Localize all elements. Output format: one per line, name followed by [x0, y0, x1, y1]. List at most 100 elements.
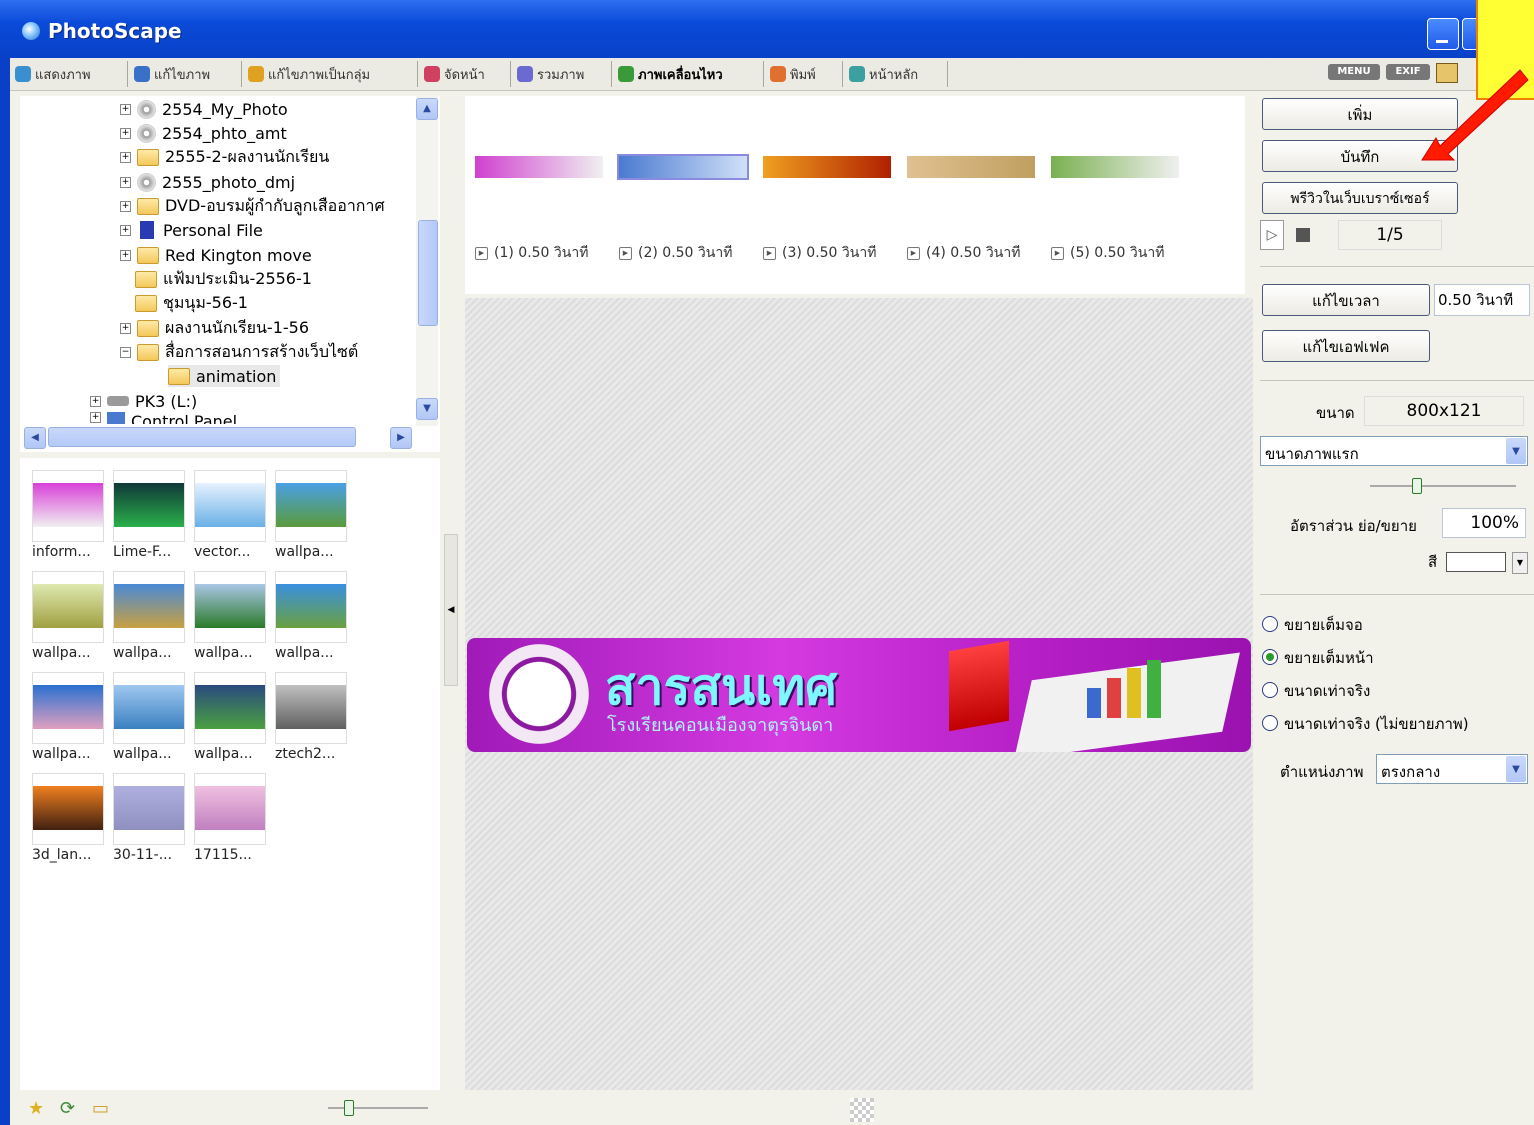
animation-frame[interactable] — [617, 154, 749, 180]
transparency-icon[interactable] — [850, 1098, 874, 1122]
thumbnail[interactable] — [194, 672, 266, 744]
tree-scroll-thumb[interactable] — [418, 220, 438, 326]
tab-batch-editor[interactable]: แก้ไขภาพเป็นกลุ่ม — [243, 61, 418, 87]
color-swatch[interactable] — [1446, 552, 1506, 572]
scale-mode-radio[interactable] — [1262, 682, 1278, 698]
tree-item[interactable]: +2554_phto_amt — [120, 122, 287, 144]
tree-item[interactable]: + ผลงานนักเรียน-1-56 — [120, 317, 309, 339]
expand-icon[interactable]: + — [90, 395, 101, 407]
position-dropdown[interactable]: ตรงกลาง ▼ — [1376, 754, 1528, 784]
play-icon[interactable]: ▶ — [619, 246, 632, 260]
expand-icon[interactable]: + — [120, 151, 131, 163]
thumbnail[interactable] — [32, 571, 104, 643]
expand-icon[interactable]: + — [120, 249, 131, 261]
expand-icon[interactable]: + — [120, 127, 131, 139]
tree-horizontal-scroll-thumb[interactable] — [48, 427, 356, 447]
stop-icon[interactable] — [1296, 228, 1310, 242]
ratio-input[interactable]: 100% — [1442, 508, 1526, 538]
play-icon[interactable]: ▶ — [763, 246, 776, 260]
scale-mode-radio[interactable] — [1262, 616, 1278, 632]
minimize-button[interactable] — [1427, 18, 1459, 50]
tree-item-selected[interactable]: animation — [168, 365, 281, 387]
scroll-up-icon[interactable]: ▲ — [416, 98, 438, 120]
expand-icon[interactable]: + — [120, 200, 131, 212]
tree-item[interactable]: + Personal File — [120, 219, 263, 241]
folder-tree[interactable]: +2554_My_Photo +2554_phto_amt +2555-2-ผล… — [20, 96, 440, 452]
thumbnail-size-slider[interactable] — [328, 1107, 428, 1109]
scale-mode-label[interactable]: ขยายเต็มจอ — [1284, 613, 1363, 637]
scale-mode-radio[interactable] — [1262, 649, 1278, 665]
tab-animated-gif[interactable]: ภาพเคลื่อนไหว — [613, 61, 764, 87]
tree-item[interactable]: +2554_My_Photo — [120, 98, 288, 120]
expand-icon[interactable]: + — [120, 322, 131, 334]
color-dropdown-icon[interactable]: ▼ — [1512, 552, 1528, 574]
frame-label[interactable]: ▶ (5) 0.50 วินาที — [1051, 242, 1164, 264]
collapse-icon[interactable]: − — [120, 346, 131, 358]
play-button[interactable]: ▷ — [1260, 220, 1284, 250]
play-icon[interactable]: ▶ — [1051, 246, 1064, 260]
scale-mode-label[interactable]: ขนาดเท่าจริง — [1284, 679, 1370, 703]
tab-page[interactable]: จัดหน้า — [419, 61, 511, 87]
thumbnail[interactable] — [113, 470, 185, 542]
tree-item[interactable]: แฟ้มประเมิน-2556-1 — [135, 268, 312, 290]
expand-icon[interactable]: + — [120, 176, 131, 188]
animation-frame[interactable] — [1051, 156, 1179, 178]
scale-mode-label[interactable]: ขยายเต็มหน้า — [1284, 646, 1374, 670]
thumbnail[interactable] — [194, 773, 266, 845]
thumbnail[interactable] — [194, 470, 266, 542]
animation-frame[interactable] — [763, 156, 891, 178]
size-slider[interactable] — [1370, 485, 1516, 487]
tab-editor[interactable]: แก้ไขภาพ — [129, 61, 242, 87]
tab-viewer[interactable]: แสดงภาพ — [10, 61, 128, 87]
tree-item[interactable]: + DVD-อบรมผู้กำกับลูกเสืออากาศ — [120, 195, 385, 217]
animation-frame[interactable] — [475, 156, 603, 178]
play-icon[interactable]: ▶ — [475, 246, 488, 260]
tree-item[interactable]: + PK3 (L:) — [90, 390, 197, 412]
scale-mode-label[interactable]: ขนาดเท่าจริง (ไม่ขยายภาพ) — [1284, 712, 1469, 736]
thumbnail[interactable] — [113, 773, 185, 845]
scale-mode-radio[interactable] — [1262, 715, 1278, 731]
scroll-left-icon[interactable]: ◀ — [24, 427, 46, 449]
scroll-down-icon[interactable]: ▼ — [416, 398, 438, 420]
thumbnail[interactable] — [113, 672, 185, 744]
thumbnail[interactable] — [32, 672, 104, 744]
thumbnail-size-knob[interactable] — [344, 1100, 354, 1116]
tab-print[interactable]: พิมพ์ — [765, 61, 843, 87]
thumbnail[interactable] — [32, 470, 104, 542]
thumbnail[interactable] — [275, 470, 347, 542]
chevron-down-icon[interactable]: ▼ — [1506, 438, 1526, 464]
thumbnail[interactable] — [275, 672, 347, 744]
frame-label[interactable]: ▶ (4) 0.50 วินาที — [907, 242, 1020, 264]
tree-item[interactable]: + Red Kington move — [120, 244, 312, 266]
thumbnail[interactable] — [275, 571, 347, 643]
tree-item[interactable]: ชุมนุม-56-1 — [135, 292, 248, 314]
frame-label[interactable]: ▶ (2) 0.50 วินาที — [619, 242, 732, 264]
expand-icon[interactable]: + — [120, 224, 131, 236]
size-mode-dropdown[interactable]: ขนาดภาพแรก ▼ — [1260, 436, 1528, 466]
tree-item[interactable]: +2555_photo_dmj — [120, 171, 295, 193]
refresh-icon[interactable]: ⟳ — [60, 1098, 75, 1119]
open-folder-icon[interactable]: ▭ — [92, 1098, 109, 1119]
edit-effect-button[interactable]: แก้ไขเอฟเฟค — [1262, 330, 1430, 362]
chevron-down-icon[interactable]: ▼ — [1506, 756, 1526, 782]
scroll-right-icon[interactable]: ▶ — [390, 427, 412, 449]
preview-in-browser-button[interactable]: พรีวิวในเว็บเบราซ์เซอร์ — [1262, 182, 1458, 214]
menu-button[interactable]: MENU — [1328, 64, 1380, 80]
tab-home[interactable]: หน้าหลัก — [844, 61, 948, 87]
expand-icon[interactable]: + — [120, 103, 131, 115]
edit-time-button[interactable]: แก้ไขเวลา — [1262, 284, 1430, 316]
tree-item[interactable]: − สื่อการสอนการสร้างเว็บไซต์ — [120, 341, 358, 363]
thumbnail[interactable] — [113, 571, 185, 643]
tree-item[interactable]: + Control Panel — [90, 412, 237, 424]
frame-label[interactable]: ▶ (1) 0.50 วินาที — [475, 242, 588, 264]
frame-label[interactable]: ▶ (3) 0.50 วินาที — [763, 242, 876, 264]
panel-collapse-handle[interactable]: ◀ — [444, 534, 458, 686]
size-slider-knob[interactable] — [1412, 478, 1422, 494]
play-icon[interactable]: ▶ — [907, 246, 920, 260]
time-value-field[interactable]: 0.50 วินาที — [1434, 284, 1530, 316]
tab-combine[interactable]: รวมภาพ — [512, 61, 612, 87]
star-icon[interactable]: ★ — [28, 1098, 44, 1119]
tree-item[interactable]: +2555-2-ผลงานนักเรียน — [120, 146, 329, 168]
animation-frame[interactable] — [907, 156, 1035, 178]
expand-icon[interactable]: + — [90, 412, 101, 423]
